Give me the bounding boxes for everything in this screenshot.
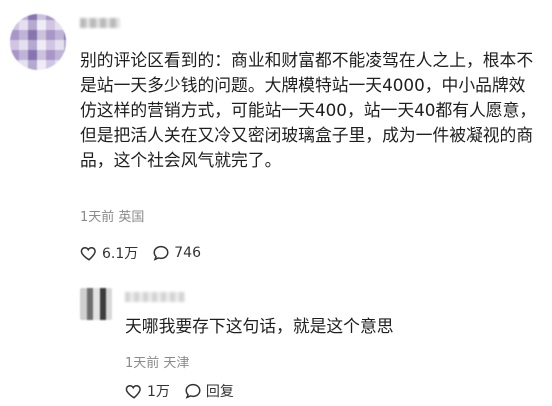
reply-actions: 1万 回复 <box>125 381 234 401</box>
reply-like-button[interactable]: 1万 <box>125 381 170 401</box>
reply-username-blurred[interactable] <box>125 292 185 302</box>
reply-button[interactable]: 回复 <box>184 381 234 401</box>
avatar[interactable] <box>10 14 66 70</box>
comment-count: 746 <box>174 245 201 261</box>
comment-meta: 1天前 英国 <box>80 206 144 225</box>
reply-avatar[interactable] <box>80 288 112 320</box>
reply-like-count: 1万 <box>147 384 170 400</box>
reply-time: 1天前 <box>125 356 160 371</box>
comment-location: 英国 <box>118 210 145 225</box>
username-blurred[interactable] <box>80 18 120 28</box>
speech-bubble-icon <box>185 383 201 399</box>
heart-icon <box>80 246 96 261</box>
comment-text: 别的评论区看到的：商业和财富都不能凌驾在人之上，根本不是站一天多少钱的问题。大牌… <box>80 50 537 170</box>
reply-text: 天哪我要存下这句话，就是这个意思 <box>125 316 394 336</box>
reply-meta: 1天前 天津 <box>125 352 189 371</box>
reply-label: 回复 <box>205 384 234 400</box>
like-count: 6.1万 <box>102 246 139 262</box>
comment-button[interactable]: 746 <box>152 244 201 262</box>
heart-icon <box>125 384 141 399</box>
reply-location: 天津 <box>163 356 190 371</box>
like-button[interactable]: 6.1万 <box>80 243 138 263</box>
speech-bubble-icon <box>153 245 169 261</box>
comment-time: 1天前 <box>80 210 115 225</box>
comment-actions: 6.1万 746 <box>80 243 201 263</box>
